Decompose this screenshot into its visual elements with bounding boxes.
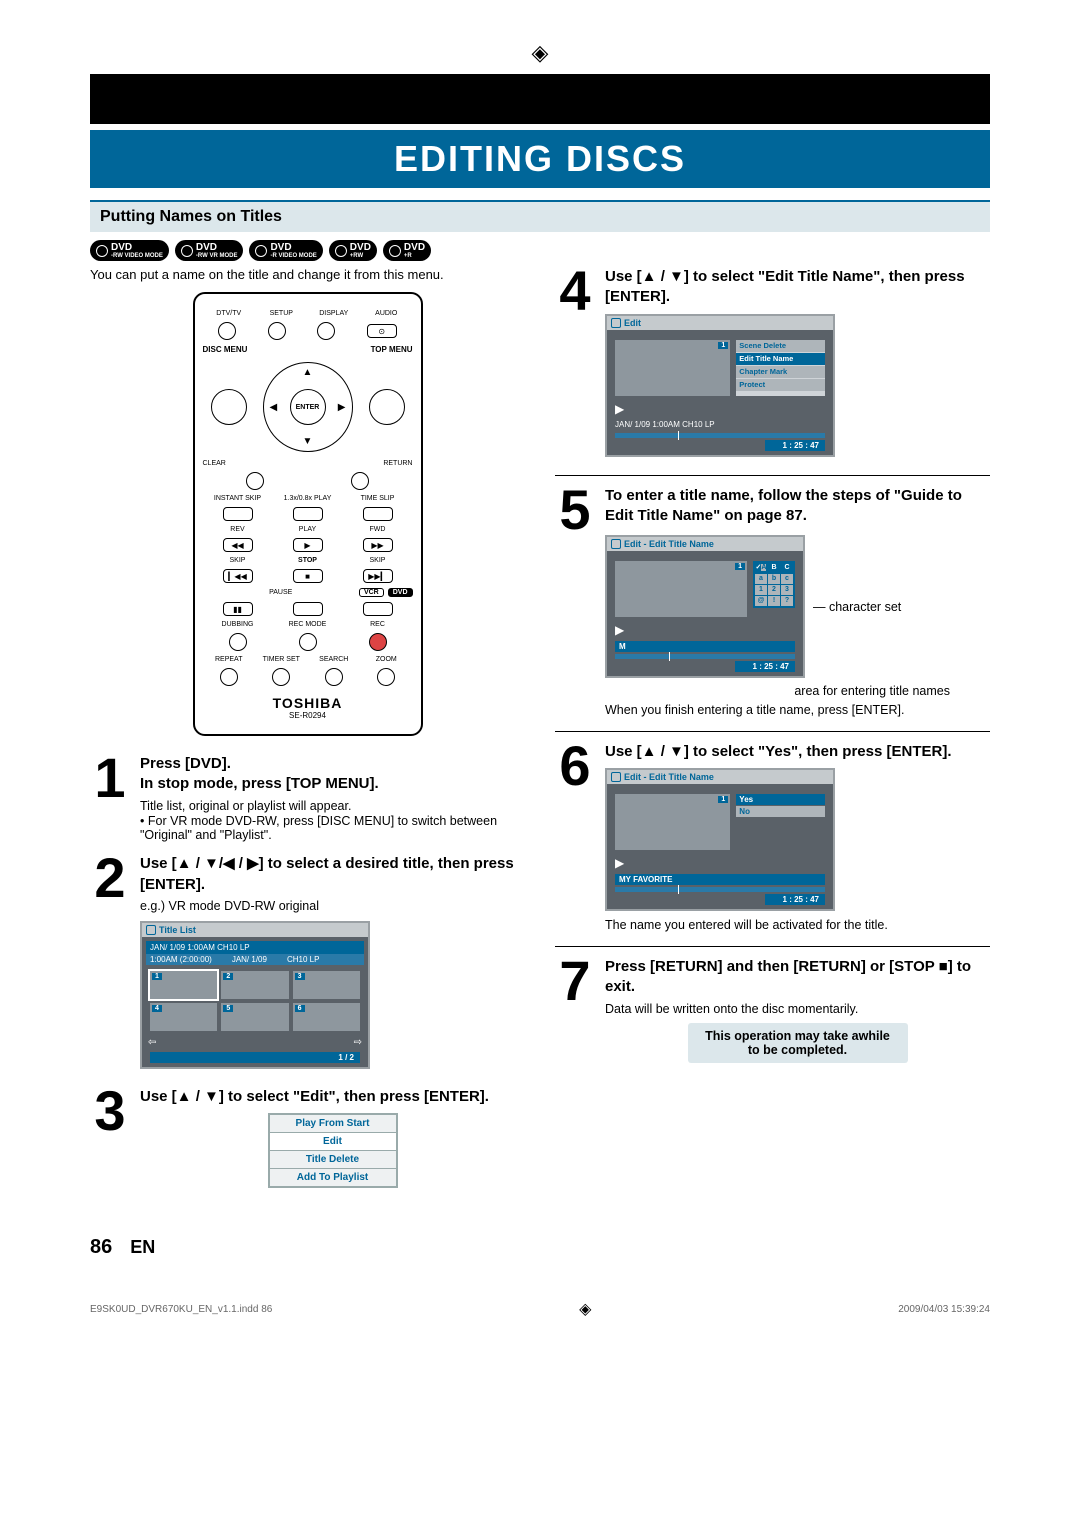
screen-edit-title-name: Edit - Edit Title Name 1 ✓ABC abc 123 — [605, 535, 805, 678]
registration-mark-bottom: ◈ — [579, 1299, 591, 1319]
header-black-bar — [90, 74, 990, 124]
screen-edit-menu: Edit 1 Scene Delete Edit Title Name Chap… — [605, 314, 835, 457]
step-5: 5 To enter a title name, follow the step… — [555, 486, 990, 719]
step-7: 7 Press [RETURN] and then [RETURN] or [S… — [555, 957, 990, 1063]
step-3: 3 Use [▲ / ▼] to select "Edit", then pre… — [90, 1087, 525, 1194]
remote-brand: TOSHIBA — [203, 695, 413, 711]
intro-text: You can put a name on the title and chan… — [90, 267, 525, 282]
document-footer: E9SK0UD_DVR670KU_EN_v1.1.indd 86 ◈ 2009/… — [90, 1299, 990, 1319]
step-4: 4 Use [▲ / ▼] to select "Edit Title Name… — [555, 267, 990, 463]
step-6-after-text: The name you entered will be activated f… — [605, 917, 990, 934]
step-5-after-text: When you finish entering a title name, p… — [605, 702, 990, 719]
step-1: 1 Press [DVD].In stop mode, press [TOP M… — [90, 754, 525, 842]
remote-model: SE-R0294 — [203, 711, 413, 720]
step-2: 2 Use [▲ / ▼/◀ / ▶] to select a desired … — [90, 854, 525, 1074]
registration-mark-top: ◈ — [90, 40, 990, 66]
remote-control-diagram: DTV/TVSETUPDISPLAYAUDIO ⊙ DISC MENUTOP M… — [193, 292, 423, 736]
section-heading: Putting Names on Titles — [90, 200, 990, 232]
badge-dvd-rw-vr: DVD-RW VR MODE — [175, 240, 244, 261]
disc-type-badges: DVD-RW VIDEO MODE DVD-RW VR MODE DVD-R V… — [90, 240, 990, 261]
screen-confirm-yes-no: Edit - Edit Title Name 1 Yes No ▶ MY FAV… — [605, 768, 835, 911]
badge-dvd-r-video: DVD-R VIDEO MODE — [249, 240, 322, 261]
badge-dvd-rw-video: DVD-RW VIDEO MODE — [90, 240, 169, 261]
character-set-grid: ✓ABC abc 123 @!? — [753, 561, 795, 608]
warning-box: This operation may take awhile to be com… — [688, 1023, 908, 1063]
badge-dvd-plus-r: DVD+R — [383, 240, 431, 261]
callout-character-set: — character set — [813, 600, 901, 614]
step-6: 6 Use [▲ / ▼] to select "Yes", then pres… — [555, 742, 990, 934]
badge-dvd-plus-rw: DVD+RW — [329, 240, 377, 261]
page-title: EDITING DISCS — [90, 130, 990, 188]
callout-name-area: area for entering title names — [605, 684, 950, 698]
screen-title-list: Title List JAN/ 1/09 1:00AM CH10 LP 1:00… — [140, 921, 370, 1069]
page-number: 86EN — [90, 1236, 990, 1259]
popup-menu-edit: Play From Start Edit Title Delete Add To… — [268, 1113, 398, 1188]
